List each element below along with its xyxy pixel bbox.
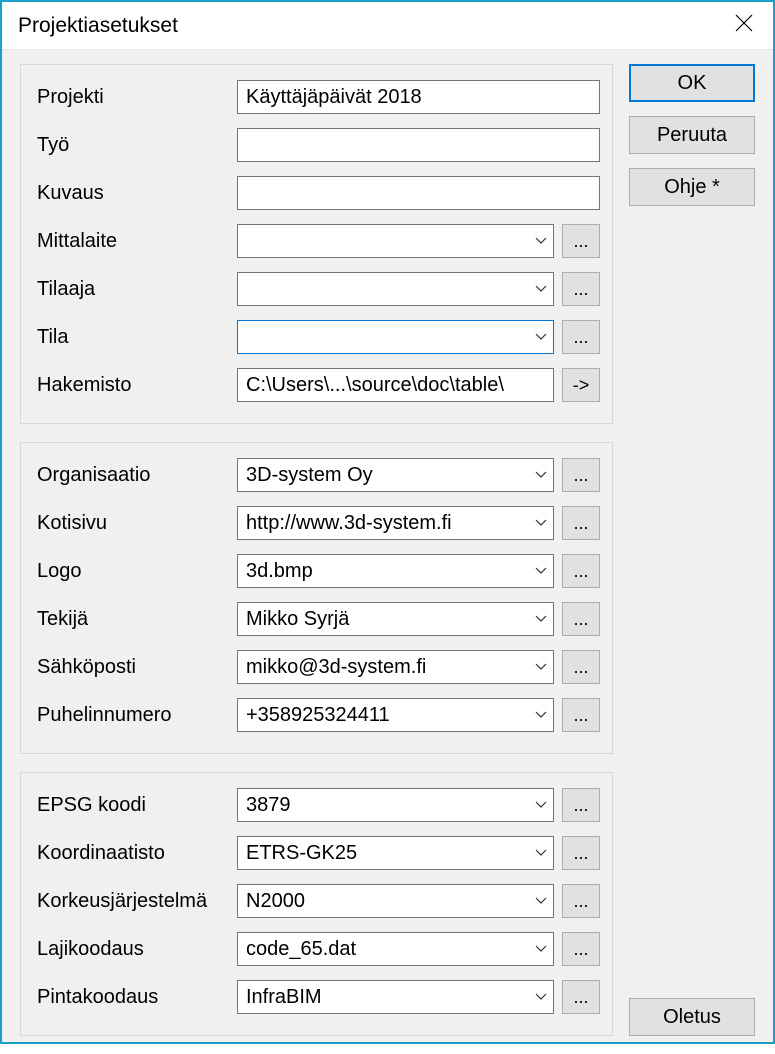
- chevron-down-icon: [529, 555, 553, 587]
- browse-laji-button[interactable]: ...: [562, 932, 600, 966]
- label-korkeus: Korkeusjärjestelmä: [33, 890, 229, 913]
- label-epsg: EPSG koodi: [33, 794, 229, 817]
- combo-tekija[interactable]: Mikko Syrjä: [237, 602, 554, 636]
- combo-mittalaite[interactable]: [237, 224, 554, 258]
- combo-koordinaatisto-text: ETRS-GK25: [238, 842, 529, 865]
- chevron-down-icon: [529, 273, 553, 305]
- combo-pintakoodaus[interactable]: InfraBIM: [237, 980, 554, 1014]
- help-button[interactable]: Ohje *: [629, 168, 755, 206]
- combo-organisaatio[interactable]: 3D-system Oy: [237, 458, 554, 492]
- combo-korkeus[interactable]: N2000: [237, 884, 554, 918]
- label-hakemisto: Hakemisto: [33, 374, 229, 397]
- label-logo: Logo: [33, 560, 229, 583]
- goto-hakemisto-button[interactable]: ->: [562, 368, 600, 402]
- chevron-down-icon: [529, 225, 553, 257]
- content-area: Projekti Työ Kuvaus: [2, 50, 773, 1054]
- browse-sahkoposti-button[interactable]: ...: [562, 650, 600, 684]
- label-tyo: Työ: [33, 134, 229, 157]
- combo-koordinaatisto[interactable]: ETRS-GK25: [237, 836, 554, 870]
- label-pintakoodaus: Pintakoodaus: [33, 986, 229, 1009]
- input-hakemisto[interactable]: [237, 368, 554, 402]
- chevron-down-icon: [529, 321, 553, 353]
- browse-pinta-button[interactable]: ...: [562, 980, 600, 1014]
- browse-epsg-button[interactable]: ...: [562, 788, 600, 822]
- close-button[interactable]: [715, 2, 773, 50]
- chevron-down-icon: [529, 603, 553, 635]
- input-kuvaus[interactable]: [237, 176, 600, 210]
- combo-logo[interactable]: 3d.bmp: [237, 554, 554, 588]
- combo-puhelinnumero-text: +358925324411: [238, 704, 529, 727]
- chevron-down-icon: [529, 885, 553, 917]
- browse-logo-button[interactable]: ...: [562, 554, 600, 588]
- group-project: Projekti Työ Kuvaus: [20, 64, 613, 424]
- label-organisaatio: Organisaatio: [33, 464, 229, 487]
- label-tekija: Tekijä: [33, 608, 229, 631]
- browse-korkeus-button[interactable]: ...: [562, 884, 600, 918]
- label-mittalaite: Mittalaite: [33, 230, 229, 253]
- combo-logo-text: 3d.bmp: [238, 560, 529, 583]
- label-kuvaus: Kuvaus: [33, 182, 229, 205]
- label-sahkoposti: Sähköposti: [33, 656, 229, 679]
- button-column: OK Peruuta Ohje * Oletus: [629, 64, 755, 1036]
- combo-kotisivu[interactable]: http://www.3d-system.fi: [237, 506, 554, 540]
- input-projekti[interactable]: [237, 80, 600, 114]
- label-lajikoodaus: Lajikoodaus: [33, 938, 229, 961]
- chevron-down-icon: [529, 789, 553, 821]
- group-coordinate: EPSG koodi 3879 ... Koordinaatisto ETRS-…: [20, 772, 613, 1036]
- browse-tekija-button[interactable]: ...: [562, 602, 600, 636]
- combo-korkeus-text: N2000: [238, 890, 529, 913]
- label-projekti: Projekti: [33, 86, 229, 109]
- combo-puhelinnumero[interactable]: +358925324411: [237, 698, 554, 732]
- input-tyo[interactable]: [237, 128, 600, 162]
- label-tila: Tila: [33, 326, 229, 349]
- browse-kotisivu-button[interactable]: ...: [562, 506, 600, 540]
- chevron-down-icon: [529, 837, 553, 869]
- combo-tekija-text: Mikko Syrjä: [238, 608, 529, 631]
- label-koordinaatisto: Koordinaatisto: [33, 842, 229, 865]
- chevron-down-icon: [529, 459, 553, 491]
- label-kotisivu: Kotisivu: [33, 512, 229, 535]
- browse-mittalaite-button[interactable]: ...: [562, 224, 600, 258]
- combo-kotisivu-text: http://www.3d-system.fi: [238, 512, 529, 535]
- default-button[interactable]: Oletus: [629, 998, 755, 1036]
- browse-organisaatio-button[interactable]: ...: [562, 458, 600, 492]
- combo-lajikoodaus[interactable]: code_65.dat: [237, 932, 554, 966]
- combo-epsg-text: 3879: [238, 794, 529, 817]
- combo-lajikoodaus-text: code_65.dat: [238, 938, 529, 961]
- group-organisation: Organisaatio 3D-system Oy ... Kotisivu h…: [20, 442, 613, 754]
- browse-koord-button[interactable]: ...: [562, 836, 600, 870]
- combo-tila[interactable]: [237, 320, 554, 354]
- combo-epsg[interactable]: 3879: [237, 788, 554, 822]
- combo-organisaatio-text: 3D-system Oy: [238, 464, 529, 487]
- browse-puhelinnumero-button[interactable]: ...: [562, 698, 600, 732]
- browse-tila-button[interactable]: ...: [562, 320, 600, 354]
- titlebar: Projektiasetukset: [2, 2, 773, 50]
- label-puhelinnumero: Puhelinnumero: [33, 704, 229, 727]
- combo-tilaaja[interactable]: [237, 272, 554, 306]
- form-column: Projekti Työ Kuvaus: [20, 64, 613, 1036]
- spacer: [629, 220, 755, 984]
- dialog-window: Projektiasetukset Projekti Työ: [0, 0, 775, 1044]
- close-icon: [735, 14, 753, 37]
- combo-sahkoposti[interactable]: mikko@3d-system.fi: [237, 650, 554, 684]
- combo-sahkoposti-text: mikko@3d-system.fi: [238, 656, 529, 679]
- chevron-down-icon: [529, 507, 553, 539]
- browse-tilaaja-button[interactable]: ...: [562, 272, 600, 306]
- chevron-down-icon: [529, 699, 553, 731]
- chevron-down-icon: [529, 651, 553, 683]
- window-title: Projektiasetukset: [18, 14, 178, 38]
- cancel-button[interactable]: Peruuta: [629, 116, 755, 154]
- label-tilaaja: Tilaaja: [33, 278, 229, 301]
- chevron-down-icon: [529, 933, 553, 965]
- chevron-down-icon: [529, 981, 553, 1013]
- ok-button[interactable]: OK: [629, 64, 755, 102]
- combo-pintakoodaus-text: InfraBIM: [238, 986, 529, 1009]
